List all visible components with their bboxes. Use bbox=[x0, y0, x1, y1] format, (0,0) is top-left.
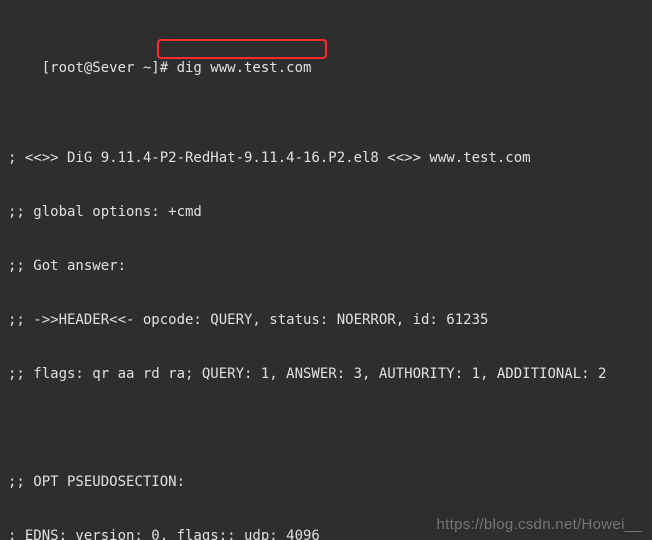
header-line: ;; ->>HEADER<<- opcode: QUERY, status: N… bbox=[8, 311, 644, 329]
opt-title: ;; OPT PSEUDOSECTION: bbox=[8, 473, 644, 491]
dig-banner: ; <<>> DiG 9.11.4-P2-RedHat-9.11.4-16.P2… bbox=[8, 149, 644, 167]
command-highlight-box bbox=[157, 39, 327, 59]
terminal-output[interactable]: [root@Sever ~]# dig www.test.com ; <<>> … bbox=[0, 0, 652, 540]
prompt: [root@Sever ~]# bbox=[42, 60, 177, 76]
flags-line: ;; flags: qr aa rd ra; QUERY: 1, ANSWER:… bbox=[8, 365, 644, 383]
blank-line bbox=[8, 419, 644, 437]
typed-command: dig www.test.com bbox=[177, 60, 312, 76]
got-answer: ;; Got answer: bbox=[8, 257, 644, 275]
command-line: [root@Sever ~]# dig www.test.com bbox=[8, 41, 644, 59]
blank-line bbox=[8, 95, 644, 113]
watermark: https://blog.csdn.net/Howei__ bbox=[437, 516, 643, 534]
global-options: ;; global options: +cmd bbox=[8, 203, 644, 221]
